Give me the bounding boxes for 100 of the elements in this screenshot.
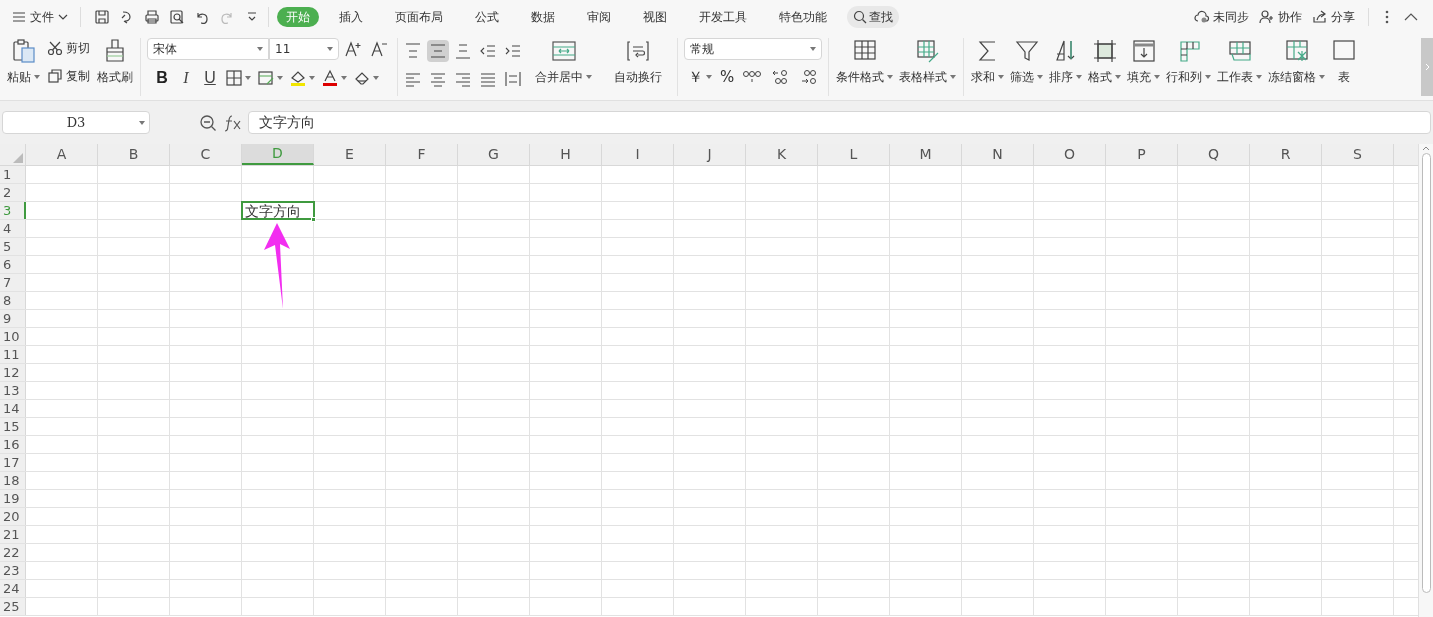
ribbon-command-button[interactable]: 格式 bbox=[1085, 34, 1124, 96]
column-header[interactable]: N bbox=[962, 144, 1034, 165]
search-button[interactable]: 查找 bbox=[847, 6, 899, 28]
bold-button[interactable]: B bbox=[153, 66, 171, 90]
ribbon-tab[interactable]: 页面布局 bbox=[383, 7, 455, 27]
italic-button[interactable]: I bbox=[177, 66, 195, 90]
table-pencil-icon bbox=[914, 38, 941, 64]
row-header[interactable]: 12 bbox=[0, 364, 26, 381]
percent-button[interactable]: % bbox=[720, 66, 735, 89]
row-header[interactable]: 14 bbox=[0, 400, 26, 417]
row-header[interactable]: 23 bbox=[0, 562, 26, 579]
table-cell[interactable]: 文字方向 bbox=[242, 202, 314, 219]
ribbon-command-button[interactable]: 表格样式 bbox=[896, 34, 959, 96]
number-format-dropdown[interactable]: 常规 bbox=[684, 38, 822, 60]
column-header[interactable]: H bbox=[530, 144, 602, 165]
cell-format-icon bbox=[1091, 38, 1118, 64]
row-header[interactable]: 24 bbox=[0, 580, 26, 597]
column-header[interactable]: I bbox=[602, 144, 674, 165]
cloud-icon bbox=[1194, 9, 1210, 25]
ribbon-tab[interactable]: 数据 bbox=[519, 7, 567, 27]
column-header[interactable]: R bbox=[1250, 144, 1322, 165]
ribbon-command-button[interactable]: 行和列 bbox=[1163, 34, 1214, 96]
row-header[interactable]: 11 bbox=[0, 346, 26, 363]
ribbon-tab[interactable]: 特色功能 bbox=[767, 7, 839, 27]
distributed-icon bbox=[504, 70, 522, 88]
underline-button[interactable]: U bbox=[201, 66, 219, 90]
copy-button[interactable]: 复制 bbox=[45, 64, 92, 88]
top-action-button[interactable]: 未同步 bbox=[1189, 5, 1254, 29]
zoom-out-button[interactable] bbox=[198, 112, 218, 133]
top-action-button[interactable]: 分享 bbox=[1307, 5, 1360, 29]
column-header[interactable]: S bbox=[1322, 144, 1394, 165]
ribbon-command-button[interactable]: 填充 bbox=[1124, 34, 1163, 96]
paste-button[interactable]: 粘贴 bbox=[4, 34, 43, 96]
column-header[interactable]: B bbox=[98, 144, 170, 165]
ribbon-command-button[interactable]: 筛选 bbox=[1007, 34, 1046, 96]
top-action-button[interactable]: 协作 bbox=[1254, 5, 1307, 29]
column-header[interactable]: L bbox=[818, 144, 890, 165]
scissors-icon bbox=[47, 40, 63, 56]
row-header[interactable]: 16 bbox=[0, 436, 26, 453]
ribbon-command-button[interactable]: 排序 bbox=[1046, 34, 1085, 96]
chevron-down-icon bbox=[58, 14, 68, 20]
row-header[interactable]: 7 bbox=[0, 274, 26, 291]
currency-button[interactable]: ￥ bbox=[688, 66, 712, 89]
caret-down-icon bbox=[327, 47, 333, 51]
row-header[interactable]: 22 bbox=[0, 544, 26, 561]
column-header[interactable]: G bbox=[458, 144, 530, 165]
column-header[interactable]: A bbox=[26, 144, 98, 165]
file-menu-button[interactable]: 文件 bbox=[8, 5, 72, 29]
alignment-option-button[interactable]: 自动换行 bbox=[611, 34, 665, 96]
fill-handle[interactable] bbox=[311, 217, 316, 222]
column-header[interactable]: O bbox=[1034, 144, 1106, 165]
row-header[interactable]: 9 bbox=[0, 310, 26, 327]
row-header[interactable]: 18 bbox=[0, 472, 26, 489]
column-header[interactable]: K bbox=[746, 144, 818, 165]
name-box[interactable]: D3 bbox=[2, 111, 150, 134]
ribbon-tab[interactable]: 审阅 bbox=[575, 7, 623, 27]
row-header[interactable]: 25 bbox=[0, 598, 26, 615]
row-header[interactable]: 6 bbox=[0, 256, 26, 273]
clipboard-icon bbox=[10, 38, 37, 64]
row-header[interactable]: 8 bbox=[0, 292, 26, 309]
ribbon-tab[interactable]: 公式 bbox=[463, 7, 511, 27]
column-header[interactable]: J bbox=[674, 144, 746, 165]
row-header[interactable]: 15 bbox=[0, 418, 26, 435]
ribbon-tab[interactable]: 视图 bbox=[631, 7, 679, 27]
decrease-indent-icon bbox=[479, 42, 497, 60]
ribbon-tab[interactable]: 开发工具 bbox=[687, 7, 759, 27]
font-name-dropdown[interactable]: 宋体 bbox=[147, 38, 269, 60]
alignment-option-button[interactable]: 合并居中 bbox=[532, 34, 595, 96]
row-header[interactable]: 20 bbox=[0, 508, 26, 525]
border-button[interactable] bbox=[225, 69, 251, 87]
row-header[interactable]: 21 bbox=[0, 526, 26, 543]
fill-color-button[interactable] bbox=[289, 69, 315, 87]
row-header[interactable]: 4 bbox=[0, 220, 26, 237]
vertical-scrollbar[interactable] bbox=[1418, 144, 1433, 617]
function-icon bbox=[223, 113, 243, 132]
cut-button[interactable]: 剪切 bbox=[45, 36, 92, 60]
formula-input-field[interactable]: 文字方向 bbox=[248, 111, 1431, 134]
ribbon-command-button[interactable]: 求和 bbox=[968, 34, 1007, 96]
row-header[interactable]: 13 bbox=[0, 382, 26, 399]
column-header[interactable]: Q bbox=[1178, 144, 1250, 165]
column-header[interactable]: P bbox=[1106, 144, 1178, 165]
row-header[interactable]: 1 bbox=[0, 166, 26, 183]
column-header[interactable]: F bbox=[386, 144, 458, 165]
ribbon-command-button[interactable]: 工作表 bbox=[1214, 34, 1265, 96]
row-header[interactable]: 10 bbox=[0, 328, 26, 345]
ribbon-command-button[interactable]: 表 bbox=[1328, 34, 1360, 96]
row-header[interactable]: 5 bbox=[0, 238, 26, 255]
row-header[interactable]: 2 bbox=[0, 184, 26, 201]
row-header[interactable]: 19 bbox=[0, 490, 26, 507]
align-middle-button[interactable] bbox=[427, 40, 449, 62]
column-header[interactable]: M bbox=[890, 144, 962, 165]
ribbon-command-button[interactable]: 条件格式 bbox=[833, 34, 896, 96]
ribbon-tab[interactable]: 插入 bbox=[327, 7, 375, 27]
format-painter-button[interactable]: 格式刷 bbox=[94, 34, 136, 96]
row-header[interactable]: 17 bbox=[0, 454, 26, 471]
cell-style-button[interactable] bbox=[257, 69, 283, 87]
column-header[interactable]: E bbox=[314, 144, 386, 165]
ribbon-command-button[interactable]: 冻结窗格 bbox=[1265, 34, 1328, 96]
font-color-button[interactable] bbox=[321, 69, 347, 87]
font-size-dropdown[interactable]: 11 bbox=[269, 38, 339, 60]
